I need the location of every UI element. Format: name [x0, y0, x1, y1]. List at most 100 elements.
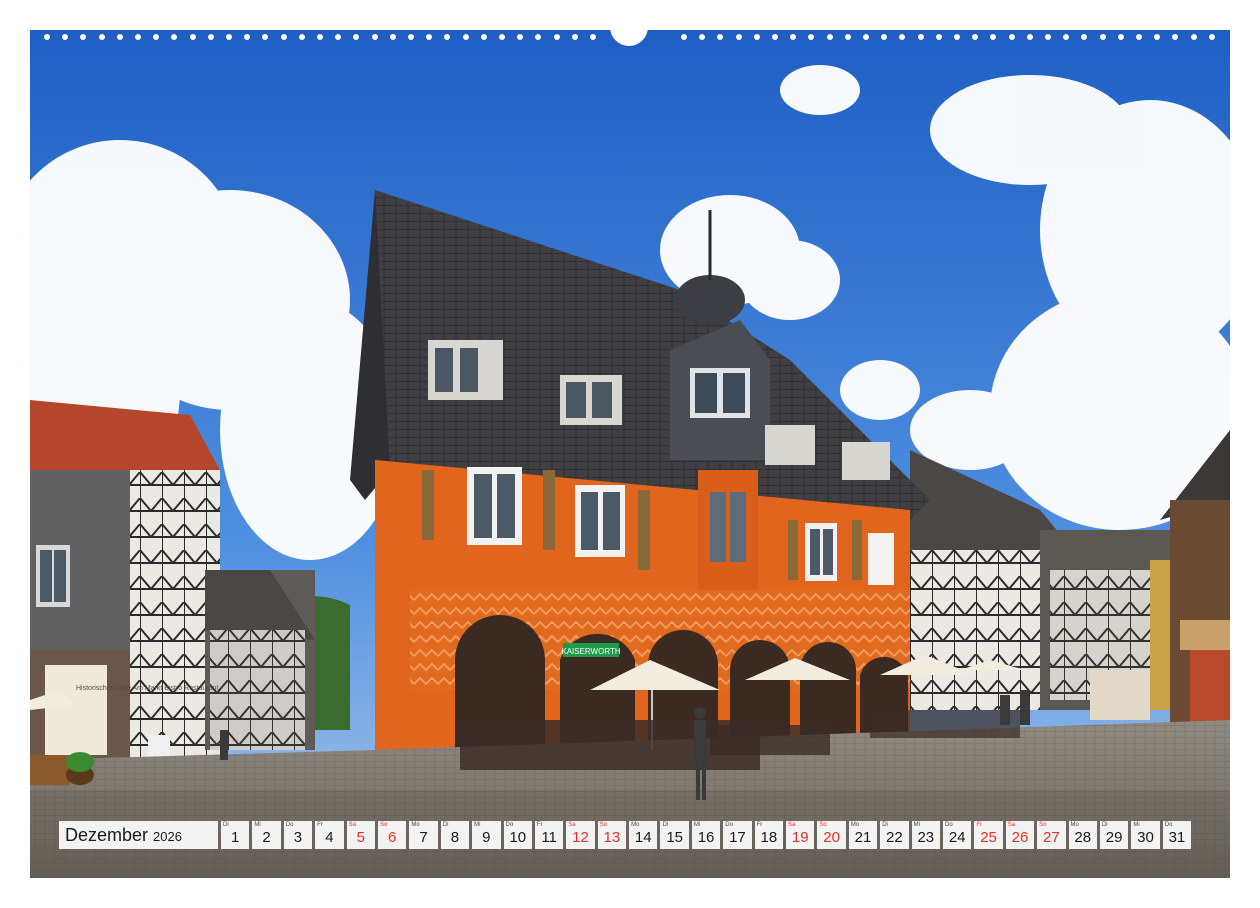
binding-hole [317, 34, 323, 40]
binding-hole [717, 34, 724, 40]
weekday-label: Mo [1070, 822, 1079, 828]
day-number: 3 [293, 829, 303, 846]
day-cell: Sa 5 [346, 821, 375, 849]
binding-hole [499, 34, 505, 40]
binding-hole [1008, 34, 1015, 40]
day-number: 30 [1137, 829, 1154, 846]
binding-hole [226, 34, 232, 40]
weekday-label: Mi [693, 822, 701, 828]
day-cell: Do 3 [283, 821, 313, 849]
binding-hole [990, 34, 997, 40]
day-cell: Di 29 [1099, 821, 1129, 849]
cafe-sign-text: Historisches Café Am Markt Bistro Restau… [76, 685, 218, 692]
weekday-label: Mi [1133, 822, 1140, 828]
day-number: 17 [729, 829, 746, 846]
day-cell: Mi 23 [911, 821, 940, 849]
weekday-label: Di [662, 822, 669, 828]
weekday-label: Mi [913, 822, 920, 828]
day-cell: Mi 2 [252, 821, 281, 849]
binding-hole [590, 34, 596, 40]
day-cell: So 6 [377, 821, 407, 849]
weekday-label: So [819, 822, 827, 828]
binding-hole [1099, 34, 1106, 40]
day-number: 31 [1168, 829, 1186, 846]
day-cell: Mi 30 [1131, 821, 1160, 849]
weekday-label: Sa [1007, 822, 1016, 828]
binding-hole [135, 34, 141, 40]
binding-hole [98, 34, 105, 40]
binding-hole [954, 34, 960, 40]
binding-hole [371, 34, 378, 40]
day-number: 2 [262, 829, 271, 846]
weekday-label: Mi [474, 822, 481, 828]
day-cell: Sa 12 [566, 821, 595, 849]
day-cell: Fr 4 [315, 821, 344, 849]
binding-hole [917, 34, 924, 40]
binding-hole [899, 34, 906, 40]
day-cell: Mi 9 [472, 821, 501, 849]
weekday-label: Mo [411, 822, 420, 828]
weekday-label: Mo [850, 822, 860, 828]
binding-hole [1172, 34, 1179, 40]
day-number: 8 [450, 829, 460, 846]
day-number: 4 [325, 829, 334, 846]
binding-hole [426, 34, 433, 40]
day-cell: Mi 16 [691, 821, 721, 849]
day-number: 7 [419, 829, 428, 846]
day-cell: Do 24 [942, 821, 972, 849]
binding-hole [62, 34, 69, 40]
binding-hole [480, 34, 487, 40]
day-number: 14 [634, 829, 652, 846]
binding-hole [462, 34, 469, 40]
day-cell: So 20 [817, 821, 846, 849]
binding-hole [699, 34, 706, 40]
weekday-label: Mo [631, 822, 640, 828]
day-number: 11 [541, 829, 557, 846]
weekday-label: Di [223, 822, 229, 828]
binding-hole [1136, 34, 1142, 40]
day-cell: Di 8 [440, 821, 470, 849]
binding-hole [1026, 34, 1033, 40]
month-year: 2026 [153, 829, 182, 844]
weekday-label: So [379, 822, 388, 828]
weekday-label: Do [1164, 822, 1173, 828]
binding-hole [244, 34, 251, 40]
weekday-label: Do [285, 822, 294, 828]
day-cell: Fr 18 [754, 821, 784, 849]
day-cell: Mo 28 [1068, 821, 1097, 849]
day-cell: Do 17 [723, 821, 752, 849]
binding-hole [1208, 34, 1215, 40]
binding-hole [116, 34, 123, 40]
day-number: 1 [231, 829, 240, 846]
day-number: 6 [387, 829, 397, 846]
day-cell: So 13 [597, 821, 627, 849]
day-cell: Do 31 [1162, 821, 1192, 849]
binding-hole [535, 34, 542, 40]
binding-hole [171, 34, 178, 40]
weekday-label: Fr [756, 822, 763, 828]
binding-hole [844, 34, 851, 40]
binding-hole [935, 34, 942, 40]
day-cell: Sa 19 [786, 821, 815, 849]
day-number: 29 [1105, 829, 1123, 846]
binding-hole [1117, 34, 1124, 40]
binding-hole [972, 34, 979, 40]
weekday-label: Do [505, 822, 514, 828]
binding-hole [571, 34, 578, 40]
day-number: 23 [917, 829, 935, 846]
day-cell: Fr 25 [974, 821, 1003, 849]
day-cell: Di 15 [660, 821, 689, 849]
binding-hole [826, 34, 833, 40]
binding-hole [753, 34, 760, 40]
day-number: 10 [509, 829, 527, 846]
binding-hole [681, 34, 687, 40]
calendar-strip: Dezember 2026 Di 1 Mi 2 Do 3 Fr 4 Sa 5 So 6 Mo 7 Di 8 Mi… [59, 821, 1192, 849]
binding-hole [881, 34, 888, 40]
binding-hole [772, 34, 778, 40]
day-number: 13 [603, 829, 621, 846]
binding-hole [1081, 34, 1088, 40]
weekday-label: Sa [568, 822, 576, 828]
day-number: 19 [791, 829, 809, 846]
binding-hole [408, 34, 414, 40]
day-cell: So 27 [1037, 821, 1066, 849]
